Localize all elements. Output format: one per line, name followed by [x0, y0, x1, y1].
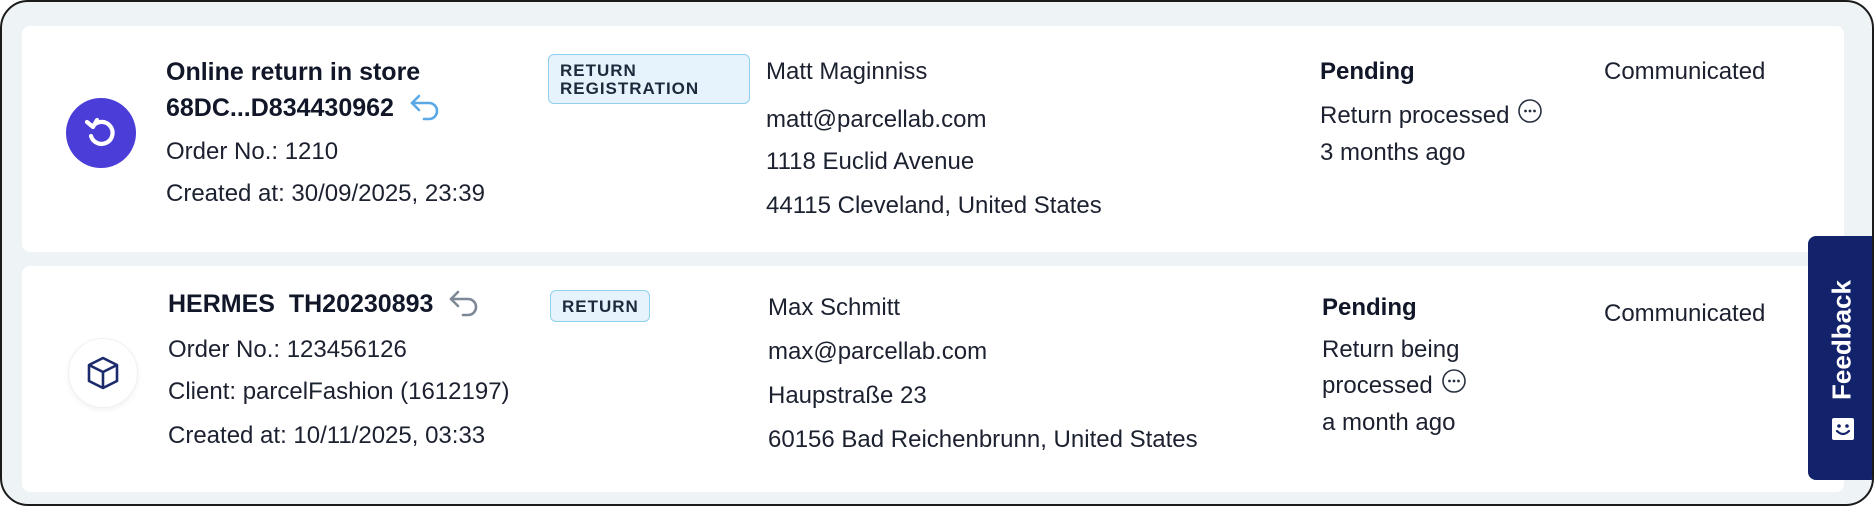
customer-city: 60156 Bad Reichenbrunn, United States	[768, 426, 1198, 453]
created-at: Created at: 30/09/2025, 23:39	[166, 180, 485, 207]
status-title: Pending	[1320, 58, 1415, 85]
return-arrow-icon	[447, 287, 481, 322]
customer-city: 44115 Cleveland, United States	[766, 192, 1102, 219]
created-at: Created at: 10/11/2025, 03:33	[168, 422, 486, 449]
type-badge: RETURN REGISTRATION	[548, 54, 750, 104]
customer-street: Haupstraße 23	[768, 382, 927, 409]
package-icon	[68, 338, 138, 408]
return-circle-icon	[66, 98, 136, 168]
return-arrow-icon	[408, 91, 442, 126]
communication-status: Communicated	[1604, 300, 1766, 327]
list-item-return-2[interactable]: HERMES TH20230893 Order No.: 123456126 C…	[22, 266, 1844, 492]
type-badge: RETURN	[550, 290, 650, 322]
smiley-icon	[1830, 416, 1856, 447]
more-icon[interactable]	[1517, 98, 1543, 135]
customer-name: Max Schmitt	[768, 294, 901, 321]
tracking-title[interactable]: Online return in store	[166, 54, 420, 90]
feedback-label: Feedback	[1826, 280, 1857, 400]
customer-name: Matt Maginniss	[766, 58, 928, 85]
tracking-number-line: 68DC...D834430962	[166, 90, 442, 126]
status-detail-line-2: processed	[1322, 372, 1433, 399]
feedback-tab[interactable]: Feedback	[1808, 236, 1872, 480]
customer-street: 1118 Euclid Avenue	[766, 148, 975, 175]
tracking-number[interactable]: HERMES TH20230893	[168, 286, 433, 322]
tracking-number-line: HERMES TH20230893	[168, 286, 481, 322]
customer-email[interactable]: matt@parcellab.com	[766, 106, 986, 134]
status-detail-block: Return being processed a month ago	[1322, 332, 1562, 441]
list-item-return-1[interactable]: Online return in store 68DC...D834430962…	[22, 26, 1844, 252]
status-title: Pending	[1322, 294, 1417, 321]
client: Client: parcelFashion (1612197)	[168, 378, 510, 405]
status-detail-block: Return processed 3 months ago	[1320, 98, 1560, 171]
status-time: a month ago	[1322, 409, 1456, 437]
status-detail-line-1: Return being	[1322, 336, 1460, 363]
communication-status: Communicated	[1604, 58, 1766, 85]
customer-email[interactable]: max@parcellab.com	[768, 338, 987, 366]
tracking-number[interactable]: 68DC...D834430962	[166, 90, 394, 126]
order-number: Order No.: 1210	[166, 138, 339, 165]
badge-line-2: REGISTRATION	[560, 79, 700, 98]
status-detail: Return processed	[1320, 102, 1510, 129]
more-icon[interactable]	[1441, 368, 1467, 405]
badge-line-1: RETURN	[560, 61, 637, 80]
status-time: 3 months ago	[1320, 139, 1466, 167]
returns-list-frame: Online return in store 68DC...D834430962…	[0, 0, 1874, 506]
order-number: Order No.: 123456126	[168, 336, 407, 363]
